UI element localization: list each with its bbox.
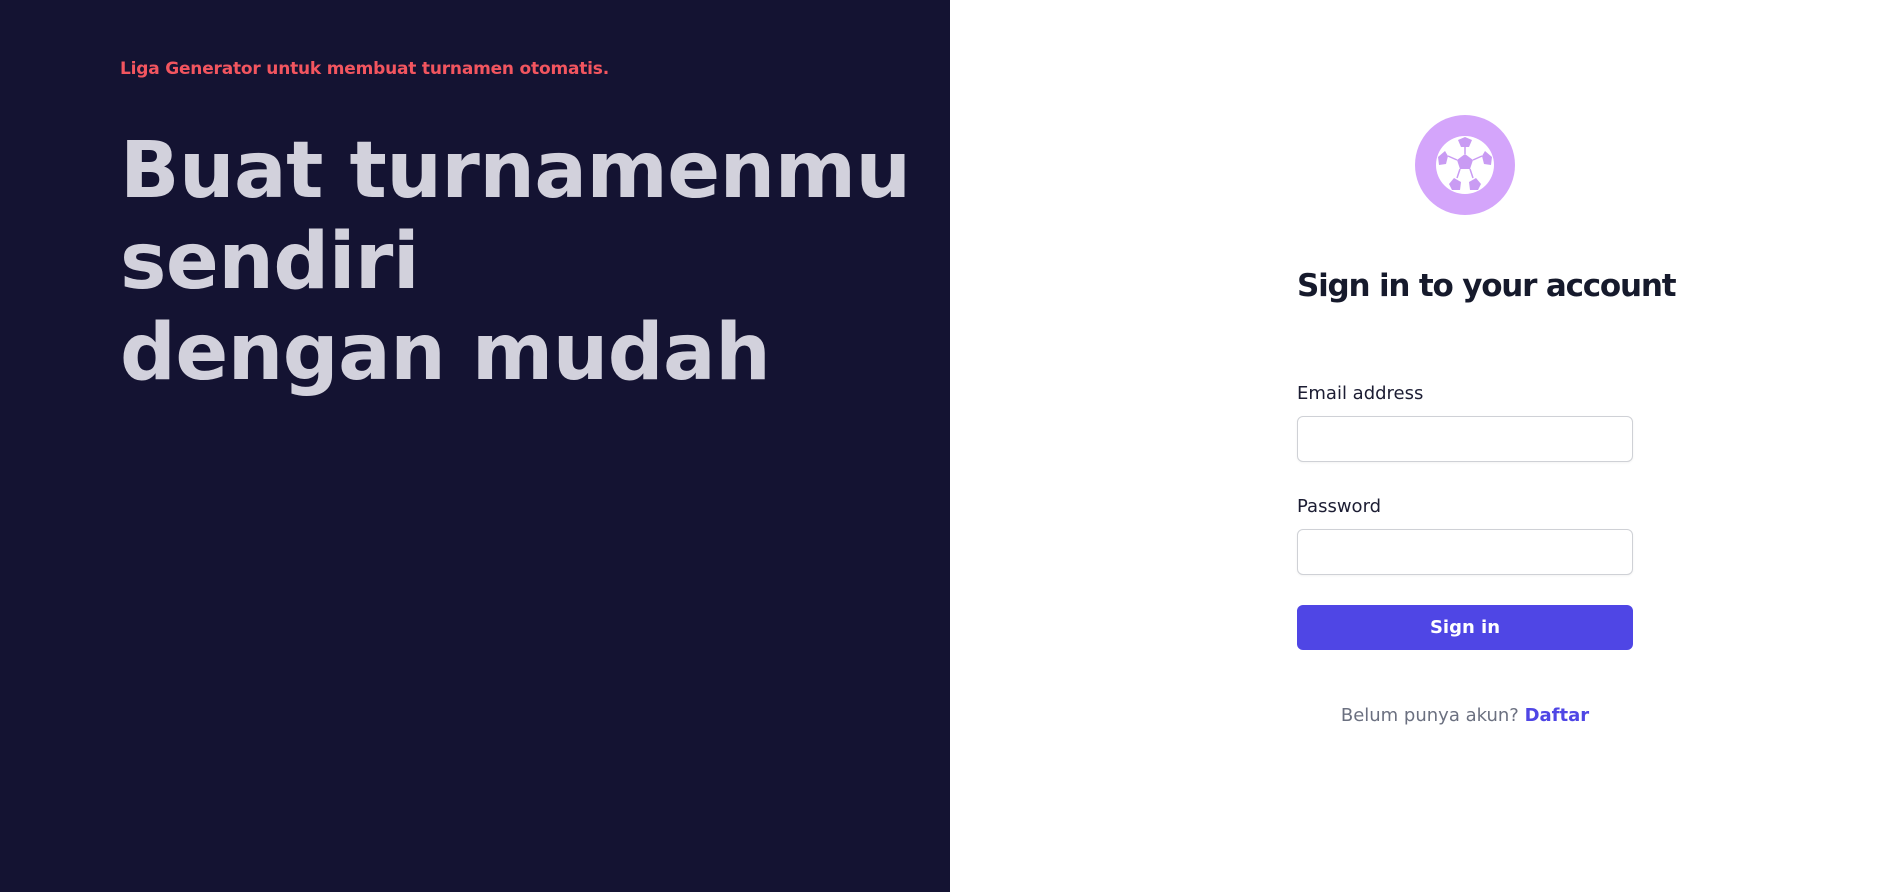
password-label: Password [1297, 496, 1382, 517]
hero-panel: Liga Generator untuk membuat turnamen ot… [0, 0, 950, 892]
hero-line: Buat turnamenmu [120, 126, 911, 216]
signup-prompt: Belum punya akun? Daftar [1297, 705, 1633, 726]
hero-line: dengan mudah [120, 308, 771, 398]
page-title: Sign in to your account [1297, 268, 1677, 304]
sign-in-button[interactable]: Sign in [1297, 605, 1633, 650]
logo [1415, 115, 1515, 215]
signup-text: Belum punya akun? [1340, 705, 1519, 726]
register-link[interactable]: Daftar [1525, 705, 1590, 726]
sign-in-panel: Sign in to your account Email address Pa… [950, 0, 1884, 892]
tagline: Liga Generator untuk membuat turnamen ot… [120, 59, 609, 79]
login-page: Liga Generator untuk membuat turnamen ot… [0, 0, 1884, 892]
sign-in-form: Sign in to your account Email address Pa… [1297, 115, 1677, 726]
soccer-ball-icon [1436, 136, 1494, 194]
hero-heading: Buat turnamenmu sendiri dengan mudah [120, 126, 950, 399]
hero-line: sendiri [120, 217, 420, 307]
email-field[interactable] [1297, 416, 1633, 462]
password-field[interactable] [1297, 529, 1633, 575]
email-label: Email address [1297, 383, 1424, 404]
